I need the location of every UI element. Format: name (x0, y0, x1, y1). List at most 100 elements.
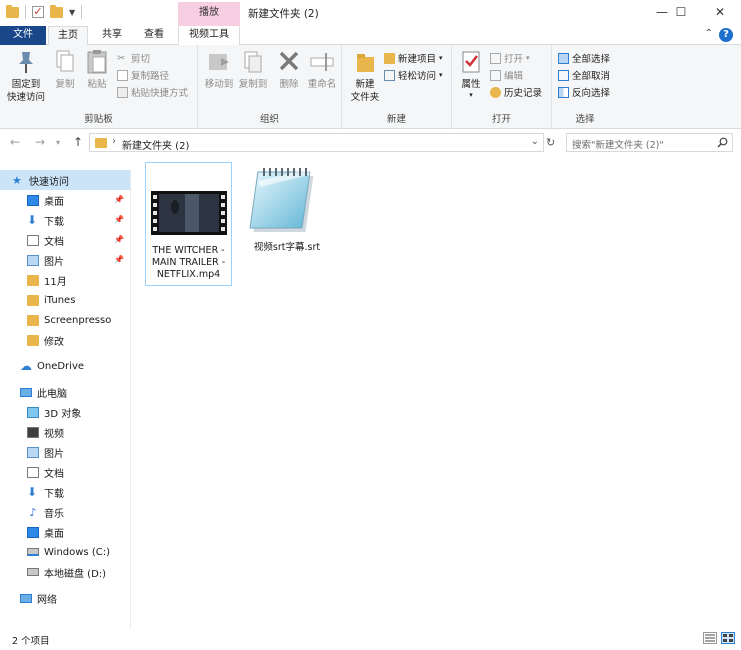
file-item-video[interactable]: THE WITCHER - MAIN TRAILER - NETFLIX.mp4 (145, 162, 232, 286)
address-dropdown-icon[interactable]: ⌄ (531, 136, 539, 147)
large-icons-view-icon[interactable] (721, 632, 735, 644)
history-button[interactable]: 历史记录 (490, 85, 542, 99)
tab-home[interactable]: 主页 (48, 26, 88, 46)
pictures-icon (27, 446, 39, 458)
search-input[interactable]: 搜索"新建文件夹 (2)" (566, 133, 733, 152)
dropdown-caret-icon: ▾ (439, 71, 443, 79)
tab-view[interactable]: 查看 (134, 26, 174, 45)
desktop-icon (27, 526, 39, 538)
paste-shortcut-button[interactable]: 粘贴快捷方式 (117, 85, 188, 99)
nav-label: 桌面 (44, 196, 64, 208)
organize-group-label: 组织 (259, 114, 279, 125)
nav-pc-drive-c[interactable]: Windows (C:) (0, 542, 130, 562)
nav-pc-videos[interactable]: 视频 (0, 422, 130, 442)
copy-path-button[interactable]: 复制路径 (117, 68, 169, 82)
nav-label: 本地磁盘 (D:) (44, 568, 107, 580)
dropdown-caret-icon: ▾ (526, 54, 530, 62)
paste-button[interactable]: 粘贴 (82, 49, 112, 91)
select-all-button[interactable]: 全部选择 (558, 51, 610, 65)
collapse-ribbon-icon[interactable]: ⌃ (705, 28, 713, 39)
properties-check-icon[interactable]: ✓ (32, 6, 44, 18)
new-folder-button[interactable]: 新建 文件夹 (348, 49, 382, 104)
pin-icon[interactable]: 📌 (114, 255, 124, 264)
open-group: 属性 ▾ 打开 ▾ 编辑 历史记录 打开 (452, 45, 552, 129)
move-to-button[interactable]: 移动到 (202, 49, 236, 91)
close-button[interactable]: ✕ (702, 0, 738, 24)
pin-label: 固定到 快速访问 (6, 79, 45, 103)
nav-pc-drive-d[interactable]: 本地磁盘 (D:) (0, 562, 130, 582)
nav-pc-music[interactable]: ♪ 音乐 (0, 502, 130, 522)
copy-icon (53, 49, 77, 75)
nav-label: 修改 (44, 336, 64, 348)
nav-pc-pictures[interactable]: 图片 (0, 442, 130, 462)
tab-video-tools[interactable]: 视频工具 (178, 26, 240, 45)
select-none-button[interactable]: 全部取消 (558, 68, 610, 82)
search-placeholder: 搜索"新建文件夹 (2)" (572, 140, 664, 151)
pin-icon[interactable]: 📌 (114, 195, 124, 204)
nav-network[interactable]: 网络 (0, 588, 130, 608)
nav-qa-folder-11[interactable]: 11月 (0, 270, 130, 290)
easy-access-label: 轻松访问 (398, 71, 437, 82)
delete-button[interactable]: 删除 (274, 49, 304, 91)
properties-button[interactable]: 属性 ▾ (456, 49, 486, 102)
pin-icon[interactable]: 📌 (114, 215, 124, 224)
tab-file[interactable]: 文件 (0, 26, 46, 45)
customize-toolbar-caret-icon[interactable]: ▼ (69, 8, 75, 17)
nav-qa-documents[interactable]: 文档 📌 (0, 230, 130, 250)
nav-pc-3d-objects[interactable]: 3D 对象 (0, 402, 130, 422)
breadcrumb-chevron-icon[interactable]: › (112, 136, 116, 147)
nav-qa-downloads[interactable]: ⬇ 下载 📌 (0, 210, 130, 230)
nav-quick-access[interactable]: ★ 快速访问 (0, 170, 130, 190)
folder-icon (95, 138, 107, 148)
quick-access-toolbar: ✓ ▼ (6, 4, 83, 19)
pin-icon (14, 49, 38, 75)
edit-button[interactable]: 编辑 (490, 68, 523, 82)
refresh-icon[interactable]: ↻ (546, 136, 555, 149)
nav-qa-modify[interactable]: 修改 (0, 330, 130, 350)
details-view-icon[interactable] (703, 632, 717, 644)
nav-qa-desktop[interactable]: 桌面 📌 (0, 190, 130, 210)
nav-onedrive[interactable]: ☁ OneDrive (0, 356, 130, 376)
nav-qa-pictures[interactable]: 图片 📌 (0, 250, 130, 270)
tab-share[interactable]: 共享 (92, 26, 132, 45)
new-folder-icon[interactable] (50, 4, 63, 18)
copy-to-button[interactable]: 复制到 (236, 49, 270, 91)
file-item-srt[interactable]: 视频srt字幕.srt (242, 164, 332, 264)
folder-icon (27, 334, 39, 346)
nav-label: 下载 (44, 216, 64, 228)
rename-button[interactable]: 重命名 (304, 49, 340, 91)
new-item-button[interactable]: 新建项目 ▾ (384, 51, 443, 65)
copy-button[interactable]: 复制 (50, 49, 80, 91)
new-item-label: 新建项目 (398, 54, 437, 65)
open-button[interactable]: 打开 ▾ (490, 51, 530, 65)
easy-access-button[interactable]: 轻松访问 ▾ (384, 68, 443, 82)
select-group: 全部选择 全部取消 反向选择 选择 (552, 45, 618, 129)
nav-pc-desktop[interactable]: 桌面 (0, 522, 130, 542)
search-icon[interactable] (717, 137, 728, 148)
back-arrow-icon[interactable]: ← (10, 135, 20, 149)
nav-qa-screenpresso[interactable]: Screenpresso (0, 310, 130, 330)
nav-label: 音乐 (44, 508, 64, 520)
nav-this-pc[interactable]: 此电脑 (0, 382, 130, 402)
new-item-icon (384, 52, 395, 64)
cube-icon (27, 406, 39, 418)
video-icon (27, 426, 39, 438)
maximize-button[interactable]: ☐ (663, 0, 699, 24)
select-none-label: 全部取消 (572, 71, 611, 82)
address-bar[interactable]: › 新建文件夹 (2) ⌄ (89, 133, 544, 152)
hard-drive-icon (27, 568, 39, 576)
pin-to-quick-access-button[interactable]: 固定到 快速访问 (4, 49, 48, 104)
nav-pc-downloads[interactable]: ⬇ 下载 (0, 482, 130, 502)
document-icon (27, 234, 39, 246)
breadcrumb-current-folder[interactable]: 新建文件夹 (2) (122, 137, 189, 152)
pin-icon[interactable]: 📌 (114, 235, 124, 244)
nav-qa-itunes[interactable]: iTunes (0, 290, 130, 310)
cut-button[interactable]: ✂ 剪切 (117, 51, 150, 66)
recent-locations-caret-icon[interactable]: ▾ (56, 138, 60, 147)
forward-arrow-icon[interactable]: → (35, 135, 45, 149)
invert-selection-button[interactable]: 反向选择 (558, 85, 610, 99)
invert-selection-label: 反向选择 (572, 88, 611, 99)
help-icon[interactable]: ? (719, 28, 733, 42)
up-arrow-icon[interactable]: ↑ (73, 135, 83, 149)
nav-pc-documents[interactable]: 文档 (0, 462, 130, 482)
